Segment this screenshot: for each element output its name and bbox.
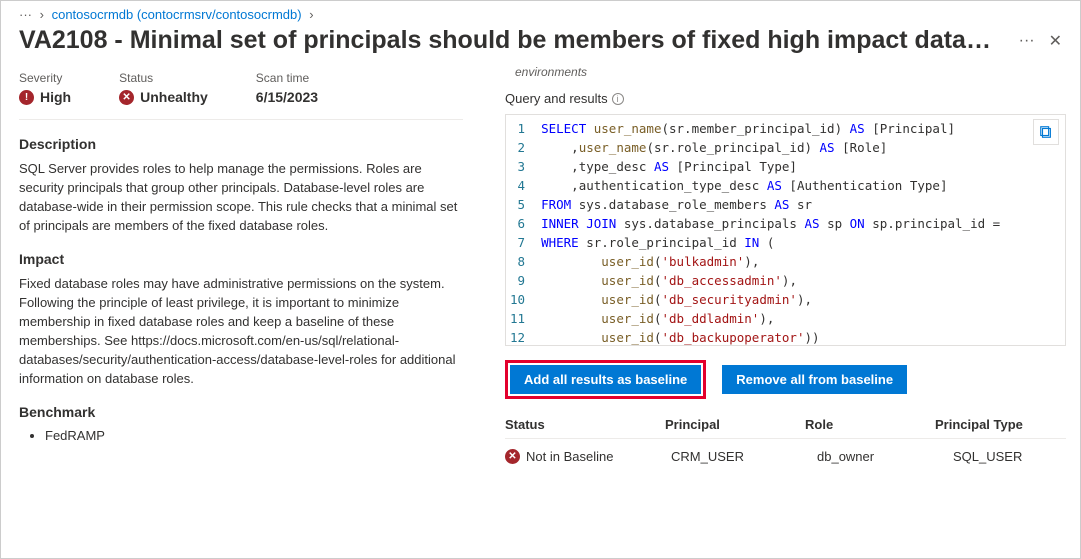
row-role: db_owner (817, 449, 947, 464)
status-label: Status (119, 71, 208, 85)
add-baseline-highlight: Add all results as baseline (505, 360, 706, 399)
add-baseline-button[interactable]: Add all results as baseline (510, 365, 701, 394)
col-status[interactable]: Status (505, 417, 665, 432)
summary-row: Severity ! High Status ✕ Unhealthy Scan … (19, 65, 463, 120)
env-note: environments (505, 65, 1066, 79)
breadcrumb-sep: › (309, 7, 313, 22)
benchmark-list: FedRAMP (19, 428, 463, 443)
notinbaseline-icon: ✕ (505, 449, 520, 464)
remove-baseline-button[interactable]: Remove all from baseline (722, 365, 907, 394)
row-status: Not in Baseline (526, 449, 613, 464)
copy-icon[interactable] (1033, 119, 1059, 145)
query-results-label: Query and results i (505, 91, 1066, 106)
benchmark-heading: Benchmark (19, 404, 463, 420)
description-heading: Description (19, 136, 463, 152)
scantime-value: 6/15/2023 (256, 89, 318, 105)
breadcrumb-ellipsis[interactable]: ··· (19, 7, 32, 22)
breadcrumb-sep: › (40, 7, 44, 22)
query-code-box: 123456789101112 SELECT user_name(sr.memb… (505, 114, 1066, 346)
impact-text: Fixed database roles may have administra… (19, 275, 463, 388)
impact-heading: Impact (19, 251, 463, 267)
row-principal: CRM_USER (671, 449, 811, 464)
description-text: SQL Server provides roles to help manage… (19, 160, 463, 235)
row-ptype: SQL_USER (953, 449, 1066, 464)
more-icon[interactable]: ··· (1019, 32, 1035, 50)
col-principal[interactable]: Principal (665, 417, 805, 432)
breadcrumb: ··· › contosocrmdb (contocrmsrv/contosoc… (1, 1, 1080, 24)
severity-icon: ! (19, 90, 34, 105)
severity-value: High (40, 89, 71, 105)
col-role[interactable]: Role (805, 417, 935, 432)
results-table: Status Principal Role Principal Type ✕ N… (505, 417, 1066, 464)
page-title: VA2108 - Minimal set of principals shoul… (19, 26, 1005, 55)
status-value: Unhealthy (140, 89, 208, 105)
status-icon: ✕ (119, 90, 134, 105)
scantime-label: Scan time (256, 71, 318, 85)
col-ptype[interactable]: Principal Type (935, 417, 1066, 432)
breadcrumb-link[interactable]: contosocrmdb (contocrmsrv/contosocrmdb) (52, 7, 302, 22)
severity-label: Severity (19, 71, 71, 85)
table-row[interactable]: ✕ Not in Baseline CRM_USER db_owner SQL_… (505, 439, 1066, 464)
benchmark-item: FedRAMP (45, 428, 463, 443)
info-icon[interactable]: i (612, 93, 624, 105)
close-icon[interactable]: ✕ (1049, 31, 1062, 51)
